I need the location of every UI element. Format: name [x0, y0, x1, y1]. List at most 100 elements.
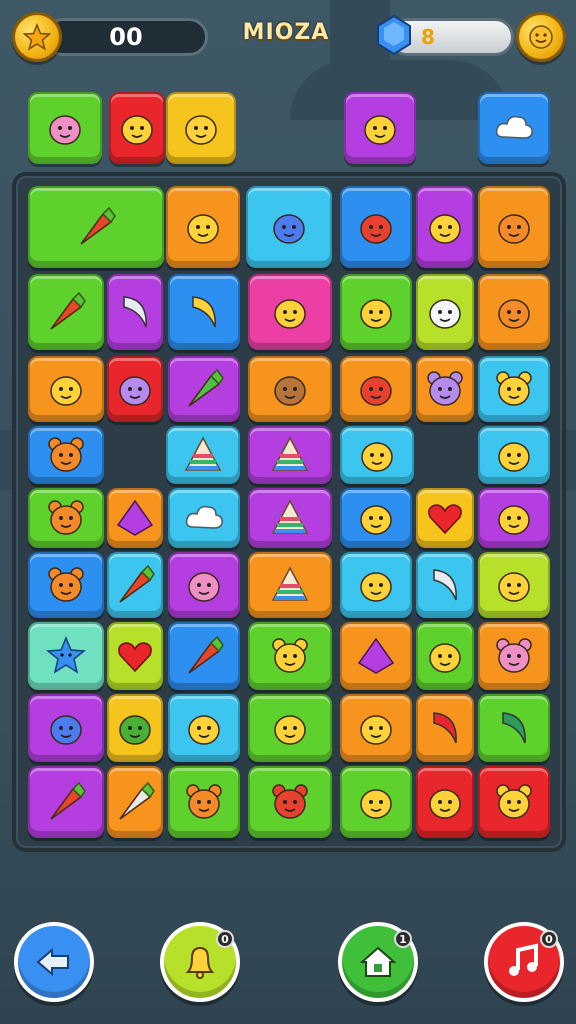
music-note-icon — [502, 940, 546, 984]
tile[interactable] — [168, 552, 240, 618]
tile[interactable] — [28, 766, 104, 838]
tile[interactable] — [248, 622, 332, 690]
tile[interactable] — [28, 356, 104, 422]
tile[interactable] — [107, 274, 163, 350]
tile[interactable] — [107, 356, 163, 422]
tile[interactable] — [248, 552, 332, 618]
tile[interactable] — [340, 694, 412, 762]
yellow-face-icon — [353, 779, 399, 825]
yellow-blob-face-icon — [491, 432, 537, 478]
tile[interactable] — [248, 356, 332, 422]
tile[interactable] — [478, 766, 550, 838]
yellow-face-icon — [491, 562, 537, 608]
pencil-icon — [112, 779, 158, 825]
sun-icon — [353, 495, 399, 541]
tile[interactable] — [248, 488, 332, 548]
tile[interactable] — [28, 92, 102, 164]
tile[interactable] — [28, 426, 104, 484]
purple-diamond-icon — [112, 495, 158, 541]
tile[interactable] — [340, 274, 412, 350]
tile[interactable] — [340, 488, 412, 548]
feather-icon — [353, 705, 399, 751]
tile[interactable] — [416, 766, 474, 838]
tile[interactable] — [168, 488, 240, 548]
tile[interactable] — [478, 426, 550, 484]
tile[interactable] — [109, 92, 165, 164]
tile[interactable] — [28, 694, 104, 762]
tile[interactable] — [344, 92, 416, 164]
tile[interactable] — [248, 426, 332, 484]
tile[interactable] — [28, 186, 164, 268]
tile[interactable] — [478, 356, 550, 422]
tile[interactable] — [166, 426, 240, 484]
tile[interactable] — [246, 186, 332, 268]
tile[interactable] — [107, 694, 163, 762]
tile[interactable] — [107, 488, 163, 548]
tile[interactable] — [166, 186, 240, 268]
tile[interactable] — [340, 186, 412, 268]
tile[interactable] — [416, 622, 474, 690]
tile[interactable] — [248, 694, 332, 762]
tile[interactable] — [416, 356, 474, 422]
blue-leaves-icon — [266, 204, 312, 250]
tile[interactable] — [248, 274, 332, 350]
tile[interactable] — [168, 766, 240, 838]
tile[interactable] — [340, 766, 412, 838]
moon-icon — [112, 289, 158, 335]
tile[interactable] — [28, 488, 104, 548]
tile[interactable] — [340, 622, 412, 690]
tile[interactable] — [340, 426, 414, 484]
tile[interactable] — [107, 622, 163, 690]
music-button[interactable]: 0 — [484, 922, 564, 1002]
tile[interactable] — [478, 488, 550, 548]
tile[interactable] — [248, 766, 332, 838]
tile[interactable] — [416, 274, 474, 350]
bell-button[interactable]: 0 — [160, 922, 240, 1002]
tile[interactable] — [28, 622, 104, 690]
blue-bean-icon — [43, 705, 89, 751]
tile[interactable] — [340, 356, 412, 422]
star-coin-icon[interactable] — [12, 12, 62, 62]
tile[interactable] — [416, 186, 474, 268]
tile[interactable] — [478, 274, 550, 350]
tile[interactable] — [166, 92, 236, 164]
back-button[interactable] — [14, 922, 94, 1002]
purple-pyramid-icon — [353, 633, 399, 679]
tile[interactable] — [168, 274, 240, 350]
smiley-coin-icon[interactable] — [516, 12, 566, 62]
ghost-face-icon — [180, 204, 226, 250]
tile[interactable] — [168, 356, 240, 422]
notification-badge: 0 — [216, 930, 234, 948]
tile[interactable] — [478, 92, 550, 164]
gem-count: 8 — [421, 25, 435, 49]
tile[interactable] — [478, 622, 550, 690]
pink-blob-face-icon — [42, 105, 88, 151]
tile[interactable] — [478, 694, 550, 762]
tile[interactable] — [416, 488, 474, 548]
back-arrow-icon — [32, 940, 76, 984]
bell-icon — [178, 940, 222, 984]
home-button[interactable]: 1 — [338, 922, 418, 1002]
tile[interactable] — [340, 552, 412, 618]
tile[interactable] — [416, 552, 474, 618]
tile[interactable] — [478, 186, 550, 268]
pink-ball-face-icon — [181, 562, 227, 608]
yellow-bird-icon — [357, 105, 403, 151]
orange-bear-icon — [43, 562, 89, 608]
tile[interactable] — [107, 766, 163, 838]
bread-icon — [181, 705, 227, 751]
yellow-blob-icon — [267, 289, 313, 335]
red-apple-icon — [422, 495, 468, 541]
tile[interactable] — [28, 274, 104, 350]
leaf-icon — [178, 105, 224, 151]
tile[interactable] — [416, 694, 474, 762]
paint-brush-icon — [181, 633, 227, 679]
carrot-icon — [112, 562, 158, 608]
triangle-stack-icon — [180, 432, 226, 478]
tile[interactable] — [28, 552, 104, 618]
tile[interactable] — [478, 552, 550, 618]
tile[interactable] — [168, 694, 240, 762]
tile[interactable] — [168, 622, 240, 690]
orange-blob-icon — [491, 204, 537, 250]
tile[interactable] — [107, 552, 163, 618]
